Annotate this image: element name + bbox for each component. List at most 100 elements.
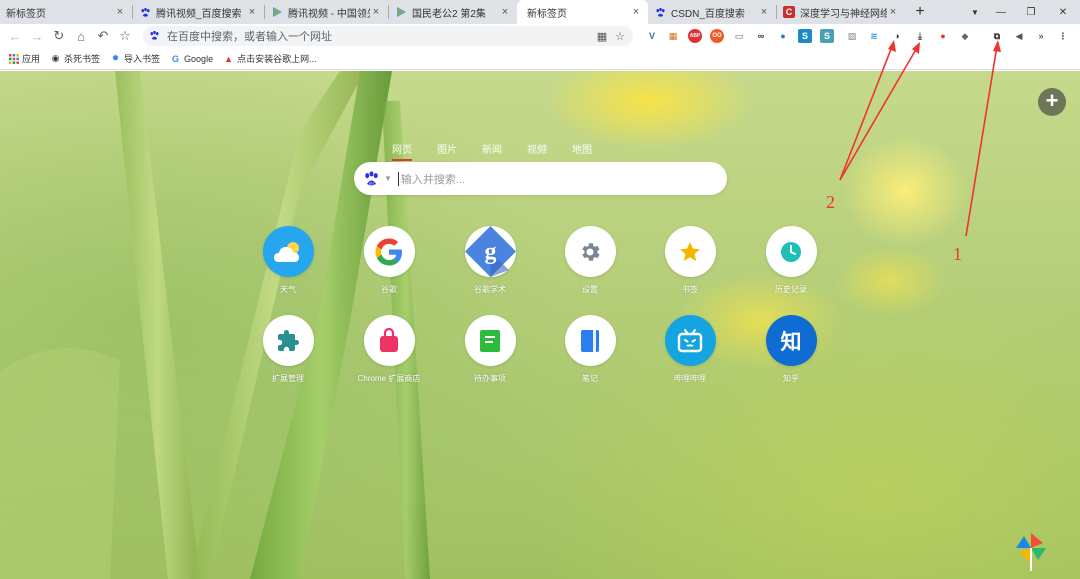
globe-extension-icon[interactable]: ● [776,29,790,43]
reload-button[interactable]: ↻ [48,25,70,47]
app-extensions[interactable]: 扩展管理 [246,315,330,384]
tab-csdn-baidu-search[interactable]: CSDN_百度搜索 × [648,0,776,24]
puzzle-icon [262,315,314,366]
search-tab-map[interactable]: 地图 [572,141,592,161]
bilibili-tv-icon [664,315,716,366]
minimize-button[interactable]: — [988,0,1014,24]
qr-code-icon[interactable]: ▦ [595,29,609,43]
tab-close-icon[interactable]: × [114,6,126,18]
crop-icon[interactable]: ⧉ [990,29,1004,43]
search-tab-news[interactable]: 新闻 [482,141,502,161]
search-tab-web[interactable]: 网页 [392,141,412,161]
tab-tencent-episode[interactable]: 国民老公2 第2集 × [389,0,517,24]
tab-title: 腾讯视频 - 中国领先的 [288,8,370,20]
baidu-engine-icon[interactable]: du [362,170,380,188]
annotation-label-1: 1 [953,244,962,264]
download-icon[interactable]: ⤓ [913,29,927,43]
home-button[interactable]: ⌂ [70,25,92,47]
close-window-button[interactable]: ✕ [1050,0,1076,24]
bookmark-kill[interactable]: ◉ 杀死书签 [50,52,100,65]
s-extension-icon[interactable]: S [798,29,812,43]
bookmark-google[interactable]: G Google [170,53,213,64]
baidu-paw-icon [139,6,151,18]
app-label: 设置 [582,285,598,294]
tab-search-button[interactable]: ▼ [964,0,986,24]
tab-new-tab-1[interactable]: 新标签页 × [0,0,132,24]
tab-title: CSDN_百度搜索 [671,8,745,20]
vpn-v-icon[interactable]: V [645,29,659,43]
oo-extension-icon[interactable]: OO [710,29,724,43]
wifi-icon[interactable]: ≋ [867,29,881,43]
forward-button[interactable]: → [26,25,48,47]
tab-close-icon[interactable]: × [630,6,642,18]
app-google[interactable]: 谷歌 [347,226,431,295]
bookmark-import[interactable]: ✹ 导入书签 [110,52,160,65]
bookmark-apps[interactable]: 应用 [8,52,40,65]
tab-close-icon[interactable]: × [246,6,258,18]
app-label: 哔哩哔哩 [674,374,706,383]
app-google-scholar[interactable]: g 谷歌学术 [448,226,532,295]
app-label: 书签 [682,285,698,294]
app-notes[interactable]: 笔记 [548,315,632,384]
tab-title: 新标签页 [6,8,46,20]
annotation-label-2: 2 [826,192,835,212]
tab-new-tab-active[interactable]: 新标签页 × [517,0,648,24]
gear-icon: ✹ [111,53,120,63]
add-shortcut-button[interactable]: + [1038,88,1066,116]
app-settings[interactable]: 设置 [548,226,632,295]
adblock-icon[interactable]: ABP [688,29,702,43]
search-category-tabs: 网页 图片 新闻 视频 地图 [392,141,617,161]
tab-close-icon[interactable]: × [758,6,770,18]
speaker-icon[interactable]: ◀ [1012,29,1026,43]
tab-close-icon[interactable]: × [499,6,511,18]
image-extension-icon[interactable]: ▨ [845,29,859,43]
csdn-c-icon: C [783,6,795,18]
app-bilibili[interactable]: 哔哩哔哩 [648,315,732,384]
app-label: Chrome 扩展商店 [357,374,421,383]
app-todo[interactable]: 待办事项 [448,315,532,384]
undo-button[interactable]: ↶ [92,25,114,47]
s-extension-icon-2[interactable]: S [820,29,834,43]
app-history[interactable]: 历史记录 [749,226,833,295]
screen-capture-icon[interactable]: ▭ [732,29,746,43]
omnibox-star-icon[interactable]: ☆ [613,29,627,43]
restore-button[interactable]: ❐ [1018,0,1044,24]
google-icon [363,226,415,277]
search-tab-video[interactable]: 视频 [527,141,547,161]
bookmark-star-button[interactable]: ☆ [114,25,136,47]
bookmark-label: 应用 [22,54,41,64]
omnibox-placeholder[interactable]: 在百度中搜索，或者输入一个网址 [161,28,591,44]
tencent-video-icon [395,6,407,18]
bookmark-install-helper[interactable]: ▲ 点击安装谷歌上网... [223,52,316,65]
glasses-icon[interactable]: ∞ [754,29,768,43]
tab-deep-learning[interactable]: C 深度学习与神经网络学 × [777,0,905,24]
shield-extension-icon[interactable]: ◆ [958,29,972,43]
baidu-paw-icon [654,6,666,18]
zhihu-icon: 知 [765,315,817,366]
new-tab-button[interactable]: + [905,0,935,24]
search-input[interactable]: 输入并搜索... [401,171,465,187]
tab-close-icon[interactable]: × [887,6,899,18]
red-drop-icon[interactable]: ● [936,29,950,43]
tab-close-icon[interactable]: × [370,6,382,18]
engine-caret-icon[interactable]: ▼ [384,174,392,183]
tab-title: 新标签页 [527,8,567,20]
shopping-bag-icon [363,315,415,366]
app-label: 历史记录 [775,285,807,294]
menu-kebab-icon[interactable]: ⋮ [1056,29,1070,43]
tab-strip: 新标签页 × 腾讯视频_百度搜索 × 腾讯视频 - 中国领先的 × 国民老公2 … [0,0,1080,24]
video-download-icon[interactable]: ◑ [890,29,904,43]
app-zhihu[interactable]: 知 知乎 [749,315,833,384]
app-bookmarks[interactable]: 书签 [648,226,732,295]
search-box[interactable]: du ▼ 输入并搜索... [354,162,727,195]
apps-tiles-icon[interactable]: ▦ [666,29,680,43]
omnibox[interactable]: 在百度中搜索，或者输入一个网址 ▦ ☆ [143,26,633,46]
tab-tencent-baidu-search[interactable]: 腾讯视频_百度搜索 × [133,0,264,24]
tab-tencent-video[interactable]: 腾讯视频 - 中国领先的 × [265,0,388,24]
search-tab-images[interactable]: 图片 [437,141,457,161]
back-button[interactable]: ← [4,25,26,47]
todo-note-icon [464,315,516,366]
app-weather[interactable]: 天气 [246,226,330,295]
extensions-overflow-icon[interactable]: » [1034,29,1048,43]
app-chrome-store[interactable]: Chrome 扩展商店 [347,315,431,384]
